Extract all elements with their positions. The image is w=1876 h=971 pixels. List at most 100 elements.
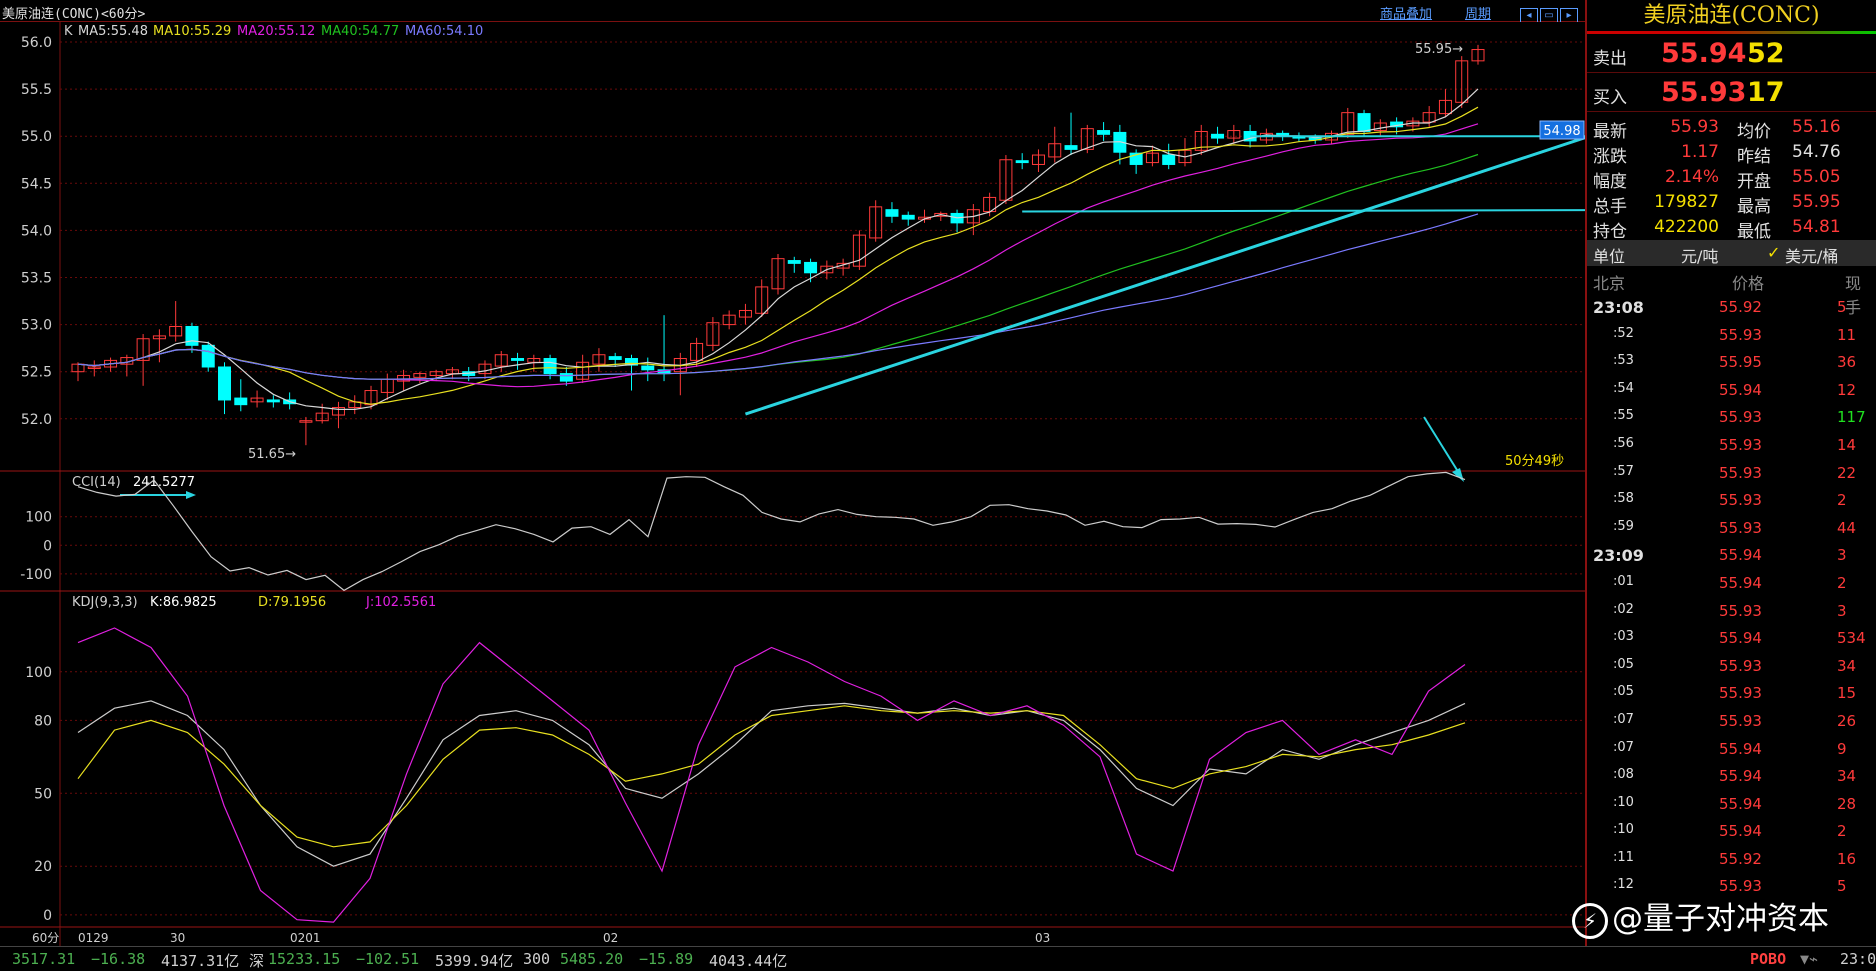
watermark-logo-icon: ⚡ bbox=[1572, 902, 1608, 939]
y-tick-label: 20 bbox=[34, 859, 52, 875]
candle-body bbox=[234, 397, 248, 406]
kline-chart[interactable]: 56.0 55.5 55.0 54.5 54.0 53.5 53.0 52.5 52.0 K MA5… bbox=[0, 22, 1585, 946]
trade-volume: 3 bbox=[1837, 546, 1847, 565]
y-tick-label: 100 bbox=[25, 665, 52, 681]
y-tick-label: 100 bbox=[25, 510, 52, 526]
ticker-item: 4043.44亿 bbox=[709, 952, 788, 970]
period-label: 60分 bbox=[32, 931, 59, 945]
trade-volume: 26 bbox=[1837, 711, 1857, 730]
trade-volume: 36 bbox=[1837, 353, 1857, 372]
trade-volume: 44 bbox=[1837, 518, 1857, 537]
x-tick-label: 30 bbox=[170, 931, 185, 945]
ma-legend: MA20:55.12 bbox=[237, 24, 315, 39]
ticker-item: 4137.31亿 bbox=[161, 952, 240, 970]
buy-row: 买入 55.93 17 bbox=[1587, 73, 1876, 112]
trade-time: :03 bbox=[1613, 629, 1634, 645]
candle-body bbox=[1357, 113, 1371, 132]
window-title: 美原油连(CONC)<60分> bbox=[2, 7, 146, 22]
trade-row: :10 55.94 28 bbox=[1587, 791, 1876, 819]
window-buttons: ◂ ▭ ▸ bbox=[1520, 3, 1580, 23]
trade-price: 55.94 bbox=[1719, 794, 1762, 813]
buy-price: 55.93 bbox=[1661, 77, 1747, 108]
trade-time: :55 bbox=[1613, 408, 1634, 424]
trade-price: 55.93 bbox=[1719, 601, 1762, 620]
signal-icon: ▼⌁ bbox=[1800, 950, 1819, 968]
trade-row: :05 55.93 34 bbox=[1587, 653, 1876, 681]
trade-volume: 28 bbox=[1837, 794, 1857, 813]
trade-price: 55.94 bbox=[1719, 822, 1762, 841]
candle-body bbox=[266, 399, 280, 403]
y-tick-label: 80 bbox=[34, 713, 52, 729]
trade-price: 55.93 bbox=[1719, 518, 1762, 537]
candle-body bbox=[218, 366, 232, 401]
trade-time: :58 bbox=[1613, 491, 1634, 507]
unit-alt[interactable]: 美元/桶 bbox=[1785, 243, 1838, 267]
countdown-label: 50分49秒 bbox=[1505, 454, 1564, 469]
price-tag-label: 54.98 bbox=[1543, 124, 1580, 139]
trade-row: :53 55.95 36 bbox=[1587, 349, 1876, 377]
trade-price: 55.93 bbox=[1719, 408, 1762, 427]
trade-row: 23:08 55.92 5 bbox=[1587, 294, 1876, 322]
prev-icon[interactable]: ◂ bbox=[1520, 8, 1538, 23]
trade-row: :59 55.93 44 bbox=[1587, 515, 1876, 543]
ma-legend: MA40:54.77 bbox=[321, 24, 399, 39]
trade-list[interactable]: 23:08 55.92 5:52 55.93 11:53 55.95 36:54 55.94 1… bbox=[1587, 294, 1876, 901]
watermark: ⚡ @量子对冲资本 bbox=[1572, 893, 1829, 939]
ticker-item: −16.38 bbox=[91, 950, 146, 968]
y-tick-label: 55.0 bbox=[21, 129, 52, 145]
x-tick-label: 02 bbox=[603, 931, 618, 945]
trade-volume: 2 bbox=[1837, 822, 1847, 841]
next-icon[interactable]: ▸ bbox=[1560, 8, 1578, 23]
candle-body bbox=[608, 356, 622, 360]
ma-legend: MA60:54.10 bbox=[405, 24, 483, 39]
trade-volume: 34 bbox=[1837, 767, 1857, 786]
trade-price: 55.94 bbox=[1719, 739, 1762, 758]
trade-price: 55.94 bbox=[1719, 546, 1762, 565]
ticker-item: −15.89 bbox=[639, 950, 694, 968]
kdj-k-value: K:86.9825 bbox=[150, 595, 217, 610]
y-tick-label: -100 bbox=[20, 567, 52, 583]
trade-time: :07 bbox=[1613, 711, 1634, 727]
trade-price: 55.93 bbox=[1719, 325, 1762, 344]
x-tick-label: 0201 bbox=[290, 931, 321, 945]
trade-price: 55.95 bbox=[1719, 353, 1762, 372]
trade-volume: 9 bbox=[1837, 739, 1847, 758]
trade-time: :53 bbox=[1613, 353, 1634, 369]
trade-time: :10 bbox=[1613, 822, 1634, 838]
quote-panel: 美原油连(CONC) 卖出 55.94 52 买入 55.93 17 最新 55.93 均价… bbox=[1585, 0, 1876, 946]
trade-volume: 15 bbox=[1837, 684, 1857, 703]
ticker-item: 5399.94亿 bbox=[435, 952, 514, 970]
kdj-d-value: D:79.1956 bbox=[258, 595, 326, 610]
cci-value: 241.5277 bbox=[133, 475, 195, 490]
restore-icon[interactable]: ▭ bbox=[1540, 8, 1558, 23]
trade-time: :05 bbox=[1613, 684, 1634, 700]
chart-header: 美原油连(CONC)<60分> 商品叠加 周期 ◂ ▭ ▸ bbox=[0, 0, 1585, 23]
candle-body bbox=[511, 358, 525, 361]
trade-volume: 34 bbox=[1837, 656, 1857, 675]
trade-volume: 14 bbox=[1837, 435, 1857, 454]
x-tick-label: 03 bbox=[1035, 931, 1050, 945]
period-link[interactable]: 周期 bbox=[1465, 3, 1491, 22]
ticker-item: −102.51 bbox=[356, 950, 420, 968]
trade-volume: 16 bbox=[1837, 849, 1857, 868]
trade-time: :07 bbox=[1613, 739, 1634, 755]
trade-volume: 5 bbox=[1837, 877, 1847, 896]
overlay-link[interactable]: 商品叠加 bbox=[1380, 3, 1432, 22]
clock: 23:0 bbox=[1840, 950, 1876, 968]
trade-time: :10 bbox=[1613, 794, 1634, 810]
candle-body bbox=[559, 373, 573, 382]
trade-header: 北京 价格 现手 bbox=[1593, 274, 1862, 317]
trade-price: 55.92 bbox=[1719, 849, 1762, 868]
trade-time: :05 bbox=[1613, 656, 1634, 672]
trade-volume: 3 bbox=[1837, 601, 1847, 620]
kdj-j-value: J:102.5561 bbox=[365, 595, 436, 610]
trade-time: 23:08 bbox=[1593, 298, 1644, 317]
trade-price: 55.93 bbox=[1719, 491, 1762, 510]
kdj-label: KDJ(9,3,3) bbox=[72, 595, 138, 610]
y-tick-label: 54.0 bbox=[21, 223, 52, 239]
y-tick-label: 55.5 bbox=[21, 82, 52, 98]
sell-volume: 52 bbox=[1747, 38, 1785, 69]
trade-row: :58 55.93 2 bbox=[1587, 487, 1876, 515]
trade-price: 55.94 bbox=[1719, 573, 1762, 592]
trade-time: :57 bbox=[1613, 463, 1634, 479]
